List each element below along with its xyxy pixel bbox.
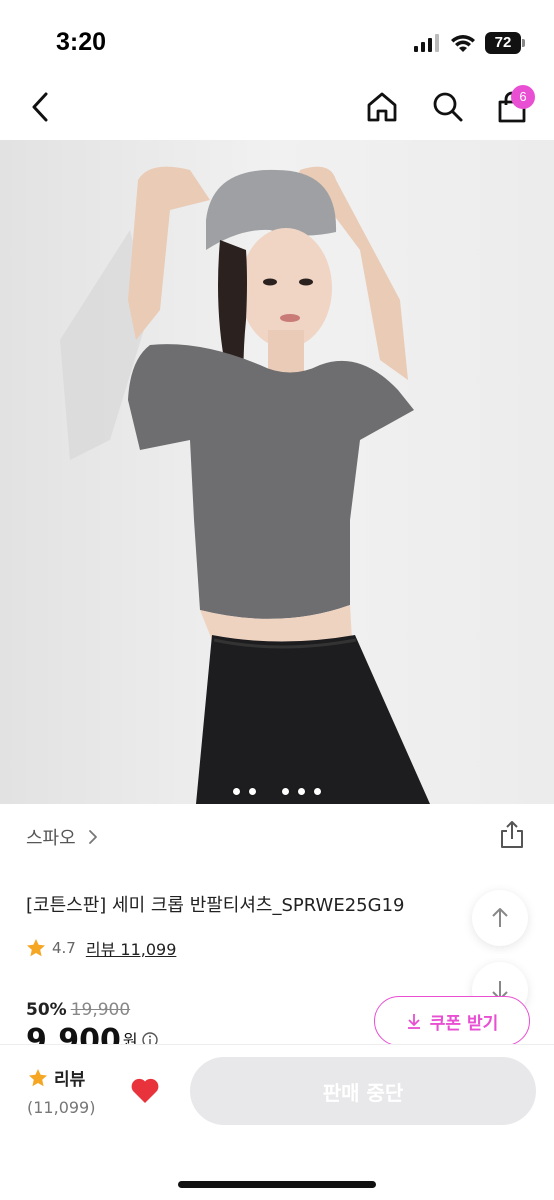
brand-link[interactable]: 스파오 xyxy=(26,822,100,852)
signal-icon xyxy=(414,34,439,52)
download-icon xyxy=(407,1014,420,1029)
share-icon[interactable] xyxy=(498,820,526,850)
review-count-link[interactable]: 리뷰 11,099 xyxy=(86,936,177,960)
chevron-right-icon xyxy=(88,830,97,844)
status-bar: 3:20 72 xyxy=(0,0,554,80)
rating-value: 4.7 xyxy=(52,939,76,957)
battery-level: 72 xyxy=(485,32,521,54)
nav-bar: 6 xyxy=(0,80,554,140)
coupon-label: 쿠폰 받기 xyxy=(429,1013,499,1034)
home-indicator xyxy=(178,1181,376,1188)
page-dot[interactable] xyxy=(314,788,322,795)
carousel-page-indicator xyxy=(0,780,554,799)
home-icon[interactable] xyxy=(364,89,400,125)
info-icon[interactable] xyxy=(141,1032,158,1044)
back-icon[interactable] xyxy=(26,90,56,124)
star-icon xyxy=(29,1068,47,1086)
sale-price-row: 9,900 원 xyxy=(26,1024,158,1044)
sold-out-button[interactable]: 판매 중단 xyxy=(190,1057,536,1125)
page-dot[interactable] xyxy=(248,788,256,795)
page-dot[interactable] xyxy=(232,788,240,795)
rating-row: 4.7 리뷰 11,099 xyxy=(26,934,176,962)
bottom-action-bar: 리뷰 (11,099) 판매 중단 xyxy=(0,1044,554,1200)
search-icon[interactable] xyxy=(430,89,466,125)
review-summary-button[interactable]: 리뷰 (11,099) xyxy=(27,1065,118,1117)
currency-unit: 원 xyxy=(122,1031,138,1044)
product-title: [코튼스판] 세미 크롭 반팔티셔츠_SPRWE25G19 xyxy=(26,895,405,916)
get-coupon-button[interactable]: 쿠폰 받기 xyxy=(374,996,530,1046)
product-photo xyxy=(0,140,554,804)
cart-count-badge: 6 xyxy=(511,85,535,109)
page-dot[interactable] xyxy=(282,788,290,795)
review-count: (11,099) xyxy=(27,1098,96,1117)
review-label: 리뷰 xyxy=(54,1070,86,1090)
wifi-icon xyxy=(451,35,475,52)
product-image-carousel[interactable] xyxy=(0,140,554,804)
page-dot[interactable] xyxy=(298,788,306,795)
heart-icon[interactable] xyxy=(130,1076,160,1104)
arrow-up-icon xyxy=(492,908,508,927)
price-row: 50% 19,900 xyxy=(26,996,130,1024)
discount-rate: 50% xyxy=(26,1000,67,1020)
original-price: 19,900 xyxy=(70,1000,131,1020)
status-time: 3:20 xyxy=(56,28,107,56)
brand-name: 스파오 xyxy=(26,828,76,849)
sale-price: 9,900 xyxy=(26,1024,121,1044)
star-icon xyxy=(27,939,45,957)
battery-icon: 72 xyxy=(485,32,525,54)
scroll-top-button[interactable] xyxy=(472,890,528,946)
